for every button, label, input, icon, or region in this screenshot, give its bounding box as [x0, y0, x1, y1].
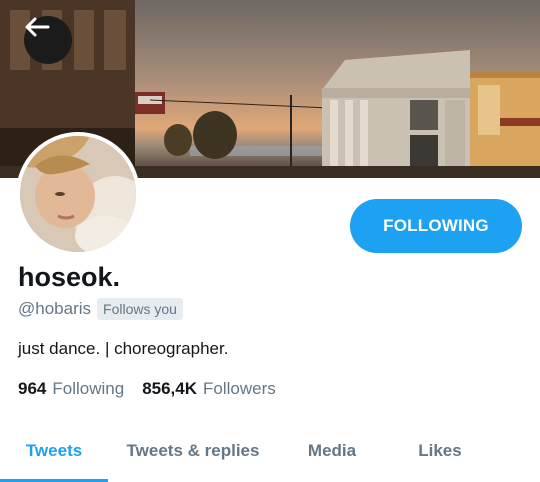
followers-label: Followers: [203, 379, 276, 398]
following-stat[interactable]: 964 Following: [18, 379, 124, 399]
avatar[interactable]: [16, 132, 140, 256]
following-button[interactable]: FOLLOWING: [350, 199, 522, 253]
tab-tweets[interactable]: Tweets: [0, 420, 108, 482]
following-count: 964: [18, 379, 47, 398]
followers-stat[interactable]: 856,4K Followers: [142, 379, 276, 399]
avatar-image: [20, 136, 136, 252]
display-name: hoseok.: [18, 262, 121, 292]
user-handle: @hobaris: [18, 299, 92, 318]
profile-tabs: Tweets Tweets & replies Media Likes: [0, 420, 540, 482]
tab-media[interactable]: Media: [278, 420, 386, 482]
followers-count: 856,4K: [142, 379, 198, 398]
back-button[interactable]: [24, 16, 72, 64]
follows-you-badge: Follows you: [97, 298, 183, 320]
handle-row: @hobaris Follows you: [18, 298, 183, 320]
following-label: Following: [52, 379, 125, 398]
profile-stats: 964 Following 856,4K Followers: [18, 379, 294, 399]
profile-bio: just dance. | choreographer.: [18, 339, 229, 358]
tab-likes[interactable]: Likes: [386, 420, 494, 482]
tab-tweets-replies[interactable]: Tweets & replies: [108, 420, 278, 482]
